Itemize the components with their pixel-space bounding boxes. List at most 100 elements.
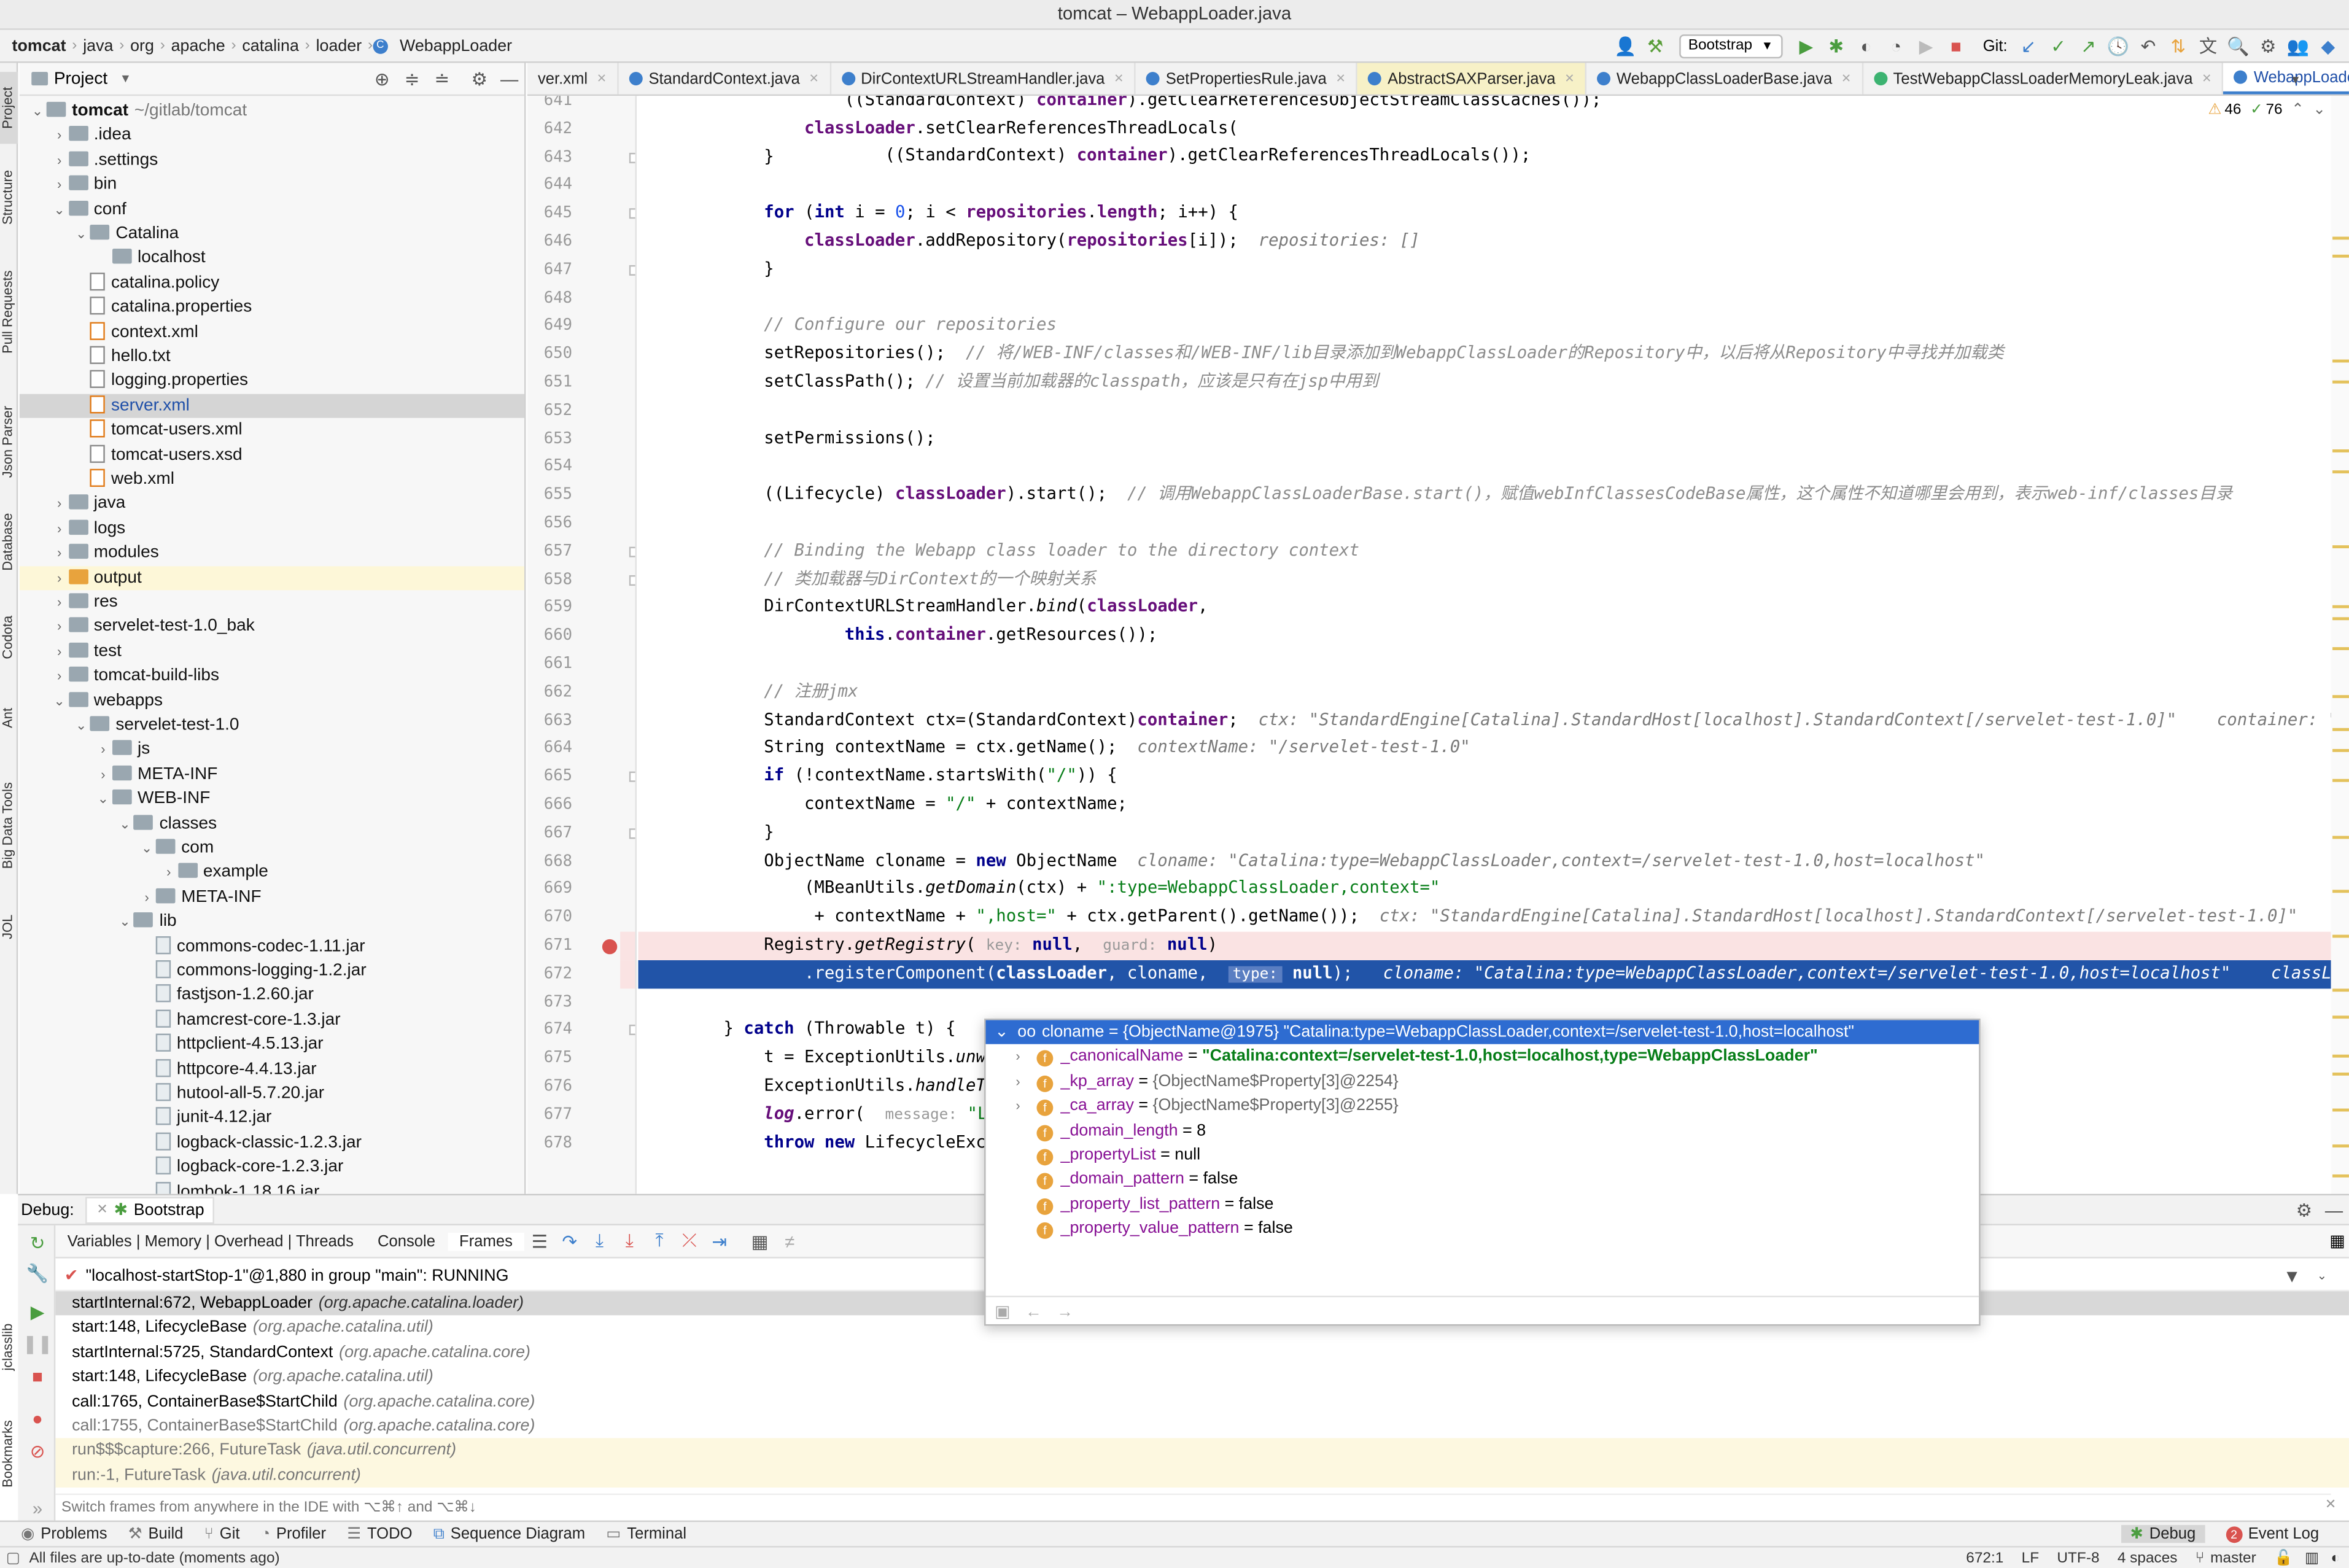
code-line[interactable]: + contextName + ",host=" + ctx.getParent… bbox=[638, 904, 2331, 932]
popup-field-row[interactable]: › f _kp_array = {ObjectName$Property[3]@22… bbox=[986, 1069, 1979, 1094]
stop-icon[interactable]: ■ bbox=[1943, 32, 1970, 59]
fold-marker-icon[interactable] bbox=[629, 208, 635, 219]
git-commit-icon[interactable]: ✓ bbox=[2045, 32, 2072, 59]
error-stripe-mark[interactable] bbox=[2332, 890, 2349, 893]
profile-icon[interactable]: ◔ bbox=[1882, 32, 1909, 59]
breadcrumb-item[interactable]: tomcat bbox=[6, 37, 72, 55]
close-icon[interactable]: ✕ bbox=[1841, 72, 1851, 85]
error-stripe-mark[interactable] bbox=[2332, 236, 2349, 240]
code-line[interactable]: classLoader.setClearReferencesThreadLoca… bbox=[638, 115, 2331, 143]
back-arrow-icon[interactable]: ← bbox=[1025, 1303, 1042, 1321]
lock-icon[interactable]: 🔓 bbox=[2274, 1550, 2293, 1566]
error-stripe-mark[interactable] bbox=[2332, 359, 2349, 363]
pin-icon[interactable]: ▣ bbox=[995, 1302, 1010, 1321]
stack-frame[interactable]: run:-1, FutureTask (java.util.concurrent) bbox=[55, 1463, 2349, 1488]
tree-item[interactable]: hamcrest-core-1.3.jar bbox=[20, 1008, 524, 1033]
tool-tab-database[interactable]: Database bbox=[0, 500, 18, 584]
error-stripe-mark[interactable] bbox=[2332, 1174, 2349, 1178]
git-update-icon[interactable]: ↙ bbox=[2015, 32, 2042, 59]
tree-item[interactable]: tomcat-users.xsd bbox=[20, 443, 524, 467]
debug-session-tab[interactable]: ✕ ✱ Bootstrap bbox=[86, 1196, 215, 1224]
stack-frame[interactable]: start:148, LifecycleBase (org.apache.cata… bbox=[55, 1365, 2349, 1389]
popup-field-row[interactable]: f _domain_length = 8 bbox=[986, 1119, 1979, 1143]
tool-tab-jol[interactable]: JOL bbox=[0, 911, 18, 944]
fold-marker-icon[interactable] bbox=[629, 574, 635, 586]
tree-item[interactable]: › logs bbox=[20, 516, 524, 541]
code-line[interactable]: classLoader.addRepository(repositories[i… bbox=[638, 228, 2331, 256]
tree-item[interactable]: › bin bbox=[20, 173, 524, 197]
user-icon[interactable]: 👤 bbox=[1612, 32, 1639, 59]
tree-item[interactable]: › servelet-test-1.0_bak bbox=[20, 615, 524, 639]
mute-breakpoints-icon[interactable]: ⊘ bbox=[24, 1438, 51, 1465]
tree-item[interactable]: tomcat-users.xml bbox=[20, 418, 524, 443]
editor-tab[interactable]: SetPropertiesRule.java ✕ bbox=[1136, 63, 1358, 95]
view-breakpoints-icon[interactable]: ● bbox=[24, 1405, 51, 1432]
tree-item[interactable]: ⌄ tomcat ~/gitlab/tomcat bbox=[20, 99, 524, 123]
notifications-icon[interactable]: ◐ bbox=[2331, 1550, 2340, 1566]
tree-item[interactable]: fastjson-1.2.60.jar bbox=[20, 984, 524, 1008]
forward-arrow-icon[interactable]: → bbox=[1057, 1303, 1073, 1321]
line-separator[interactable]: LF bbox=[2022, 1550, 2039, 1566]
tree-item[interactable]: ⌄ classes bbox=[20, 811, 524, 836]
settings-gear-icon[interactable]: ⚙ bbox=[2291, 1196, 2318, 1223]
drop-frame-icon[interactable]: ⤫ bbox=[676, 1228, 703, 1255]
error-stripe-mark[interactable] bbox=[2332, 254, 2349, 258]
tree-item[interactable]: ⌄ com bbox=[20, 836, 524, 861]
tool-tab-json-parser[interactable]: Json Parser bbox=[0, 395, 18, 488]
status-expand-icon[interactable]: ▢ bbox=[6, 1550, 20, 1566]
fold-marker-icon[interactable] bbox=[629, 152, 635, 163]
tree-item[interactable]: › META-INF bbox=[20, 885, 524, 910]
error-stripe-mark[interactable] bbox=[2332, 1054, 2349, 1058]
error-stripe-mark[interactable] bbox=[2332, 545, 2349, 549]
tool-event-log[interactable]: 2 Event Log bbox=[2226, 1525, 2319, 1543]
tool-profiler[interactable]: ◔ Profiler bbox=[261, 1525, 326, 1543]
code-line[interactable]: } bbox=[638, 819, 2331, 847]
tool-tab-codota[interactable]: Codota bbox=[0, 602, 18, 671]
tool-tab-big-data-tools[interactable]: Big Data Tools bbox=[0, 767, 18, 883]
tree-item[interactable]: hello.txt bbox=[20, 344, 524, 369]
code-line[interactable] bbox=[638, 171, 2331, 200]
tool-tab-bookmarks[interactable]: Bookmarks bbox=[0, 1408, 18, 1498]
popup-field-row[interactable]: f _domain_pattern = false bbox=[986, 1168, 1979, 1192]
tree-item[interactable]: ⌄ servelet-test-1.0 bbox=[20, 713, 524, 737]
tree-item[interactable]: lombok-1.18.16.jar bbox=[20, 1180, 524, 1194]
code-line[interactable]: DirContextURLStreamHandler.bind(classLoa… bbox=[638, 594, 2331, 622]
tree-item[interactable]: httpcore-4.4.13.jar bbox=[20, 1057, 524, 1082]
tool-debug[interactable]: ✱ Debug bbox=[2121, 1524, 2205, 1543]
tool-tab-jclasslib[interactable]: jclasslib bbox=[0, 1303, 18, 1391]
tool-sequence-diagram[interactable]: ⧉ Sequence Diagram bbox=[433, 1524, 585, 1544]
tree-item[interactable]: logging.properties bbox=[20, 369, 524, 394]
code-line[interactable]: ObjectName cloname = new ObjectName clon… bbox=[638, 847, 2331, 875]
variable-inspect-popup[interactable]: ⌄ oo cloname = {ObjectName@1975} "Catalina… bbox=[984, 1019, 1981, 1326]
translate-icon[interactable]: 文 bbox=[2195, 32, 2222, 59]
code-line[interactable] bbox=[638, 988, 2331, 1016]
editor-tab[interactable]: AbstractSAXParser.java ✕ bbox=[1357, 63, 1587, 95]
close-icon[interactable]: ✕ bbox=[2202, 72, 2211, 85]
chevron-down-icon[interactable]: ▾ bbox=[2292, 71, 2299, 88]
code-line[interactable] bbox=[638, 397, 2331, 425]
breadcrumb-item[interactable]: loader bbox=[310, 37, 368, 55]
tab-variables[interactable]: Variables | Memory | Overhead | Threads bbox=[55, 1232, 365, 1250]
editor-tab[interactable]: WebappLoader.java✕ bbox=[2224, 63, 2349, 95]
code-line[interactable]: // Binding the Webapp class loader to th… bbox=[638, 537, 2331, 565]
error-stripe-mark[interactable] bbox=[2332, 605, 2349, 608]
tool-tab-structure[interactable]: Structure bbox=[0, 159, 18, 237]
git-rollback-icon[interactable]: ↶ bbox=[2135, 32, 2162, 59]
close-icon[interactable]: ✕ bbox=[597, 72, 607, 85]
editor-tab[interactable]: StandardContext.java ✕ bbox=[619, 63, 831, 95]
settings-gear-icon[interactable]: ⚙ bbox=[2254, 32, 2281, 59]
chevron-up-icon[interactable]: ⌃ bbox=[2291, 102, 2304, 118]
code-line[interactable]: // Configure our repositories bbox=[638, 312, 2331, 340]
code-line[interactable]: String contextName = ctx.getName(); cont… bbox=[638, 735, 2331, 763]
popup-field-row[interactable]: › f _ca_array = {ObjectName$Property[3]@22… bbox=[986, 1094, 1979, 1119]
file-encoding[interactable]: UTF-8 bbox=[2057, 1550, 2099, 1566]
tree-item[interactable]: › res bbox=[20, 590, 524, 615]
tree-item[interactable]: localhost bbox=[20, 246, 524, 271]
code-line[interactable] bbox=[638, 284, 2331, 312]
code-line[interactable]: ((StandardContext) container).getClearRe… bbox=[638, 96, 2331, 115]
tree-item[interactable]: httpclient-4.5.13.jar bbox=[20, 1033, 524, 1057]
tree-item[interactable]: › .idea bbox=[20, 123, 524, 148]
locate-target-icon[interactable]: ⊕ bbox=[368, 65, 395, 92]
tab-console[interactable]: Console bbox=[365, 1232, 447, 1250]
code-line[interactable]: for (int i = 0; i < repositories.length;… bbox=[638, 200, 2331, 228]
